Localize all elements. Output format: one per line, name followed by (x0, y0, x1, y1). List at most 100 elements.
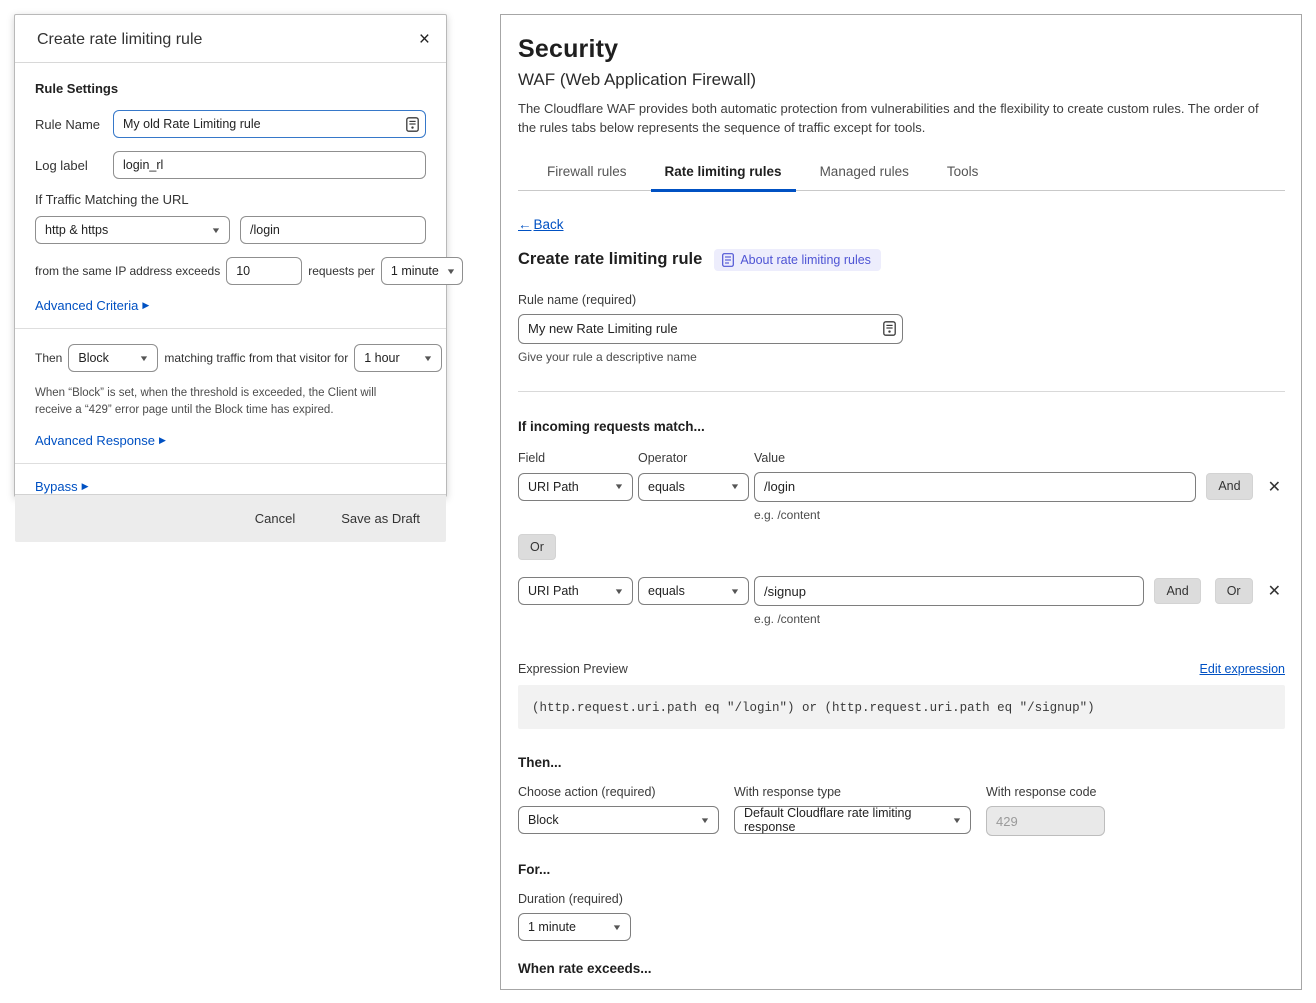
about-rate-limiting-badge[interactable]: About rate limiting rules (714, 249, 881, 271)
ban-period-select[interactable]: 1 hour ▼ (354, 344, 442, 372)
value-example-helper: e.g. /content (754, 612, 1285, 626)
threshold-row: from the same IP address exceeds request… (35, 257, 426, 285)
or-button[interactable]: Or (518, 534, 556, 561)
operator-select[interactable]: equals ▼ (638, 577, 749, 605)
traffic-matching-heading: If Traffic Matching the URL (35, 192, 426, 207)
close-icon[interactable]: × (419, 30, 430, 49)
caret-down-icon: ▼ (614, 482, 625, 491)
form-title: Create rate limiting rule (518, 250, 702, 269)
requests-per-text: requests per (308, 264, 375, 278)
page-subtitle: WAF (Web Application Firewall) (518, 70, 1285, 90)
then-row: Then Block ▼ matching traffic from that … (35, 344, 426, 372)
value-example-helper: e.g. /content (754, 508, 1285, 522)
bypass-link[interactable]: Bypass ▶ (35, 479, 89, 494)
dialog-title: Create rate limiting rule (37, 31, 202, 49)
log-label-row: Log label (35, 151, 426, 179)
then-text: Then (35, 351, 62, 365)
tab-managed-rules[interactable]: Managed rules (818, 158, 911, 190)
url-input[interactable] (240, 216, 426, 244)
rule-settings-heading: Rule Settings (35, 81, 426, 96)
tab-rate-limiting-rules[interactable]: Rate limiting rules (663, 158, 784, 190)
action-select[interactable]: Block ▼ (68, 344, 158, 372)
requests-input[interactable] (226, 257, 302, 285)
response-type-label: With response type (734, 785, 971, 799)
value-input[interactable] (754, 576, 1144, 606)
rule-name-row: Rule Name (35, 110, 426, 138)
response-code-label: With response code (986, 785, 1105, 799)
dialog-footer: Cancel Save as Draft (15, 494, 446, 542)
and-button[interactable]: And (1206, 473, 1252, 500)
rule-name-label: Rule name (required) (518, 293, 1285, 307)
response-code-input (986, 806, 1105, 836)
field-select[interactable]: URI Path ▼ (518, 577, 633, 605)
rule-name-label: Rule Name (35, 117, 103, 132)
caret-down-icon: ▼ (139, 354, 150, 363)
caret-down-icon: ▼ (614, 587, 625, 596)
field-select[interactable]: URI Path ▼ (518, 473, 633, 501)
value-column-label: Value (754, 451, 785, 465)
period-select[interactable]: 1 minute ▼ (381, 257, 463, 285)
rate-heading: When rate exceeds... (518, 961, 1285, 976)
advanced-criteria-link[interactable]: Advanced Criteria ▶ (35, 298, 149, 313)
create-rate-limit-dialog: Create rate limiting rule × Rule Setting… (14, 14, 447, 497)
dialog-header: Create rate limiting rule × (15, 15, 446, 63)
matching-text: matching traffic from that visitor for (164, 351, 348, 365)
value-input[interactable] (754, 472, 1196, 502)
remove-condition-icon[interactable]: ✕ (1264, 579, 1285, 603)
caret-down-icon: ▼ (952, 816, 963, 825)
block-note: When “Block” is set, when the threshold … (35, 385, 410, 420)
save-as-draft-button[interactable]: Save as Draft (341, 511, 420, 526)
condition-row: URI Path ▼ equals ▼ And ✕ (518, 472, 1285, 502)
log-label-input[interactable] (113, 151, 426, 179)
duration-label: Duration (required) (518, 892, 1285, 906)
rule-name-input[interactable] (113, 110, 426, 138)
tab-firewall-rules[interactable]: Firewall rules (545, 158, 629, 190)
security-waf-panel: Security WAF (Web Application Firewall) … (500, 14, 1302, 990)
caret-down-icon: ▼ (423, 354, 434, 363)
chevron-right-icon: ▶ (159, 435, 166, 446)
back-link[interactable]: ← Back (518, 217, 564, 232)
advanced-response-link[interactable]: Advanced Response ▶ (35, 433, 166, 448)
condition-row: URI Path ▼ equals ▼ And Or ✕ (518, 576, 1285, 606)
divider (15, 328, 446, 329)
rule-name-input[interactable] (518, 314, 903, 344)
remove-condition-icon[interactable]: ✕ (1264, 475, 1285, 499)
rule-name-helper: Give your rule a descriptive name (518, 350, 1285, 364)
operator-column-label: Operator (638, 451, 754, 465)
caret-down-icon: ▼ (612, 923, 623, 932)
response-type-select[interactable]: Default Cloudflare rate limiting respons… (734, 806, 971, 834)
match-heading: If incoming requests match... (518, 419, 1285, 434)
expression-preview-label: Expression Preview (518, 662, 628, 676)
cancel-button[interactable]: Cancel (255, 511, 295, 526)
divider (518, 391, 1285, 392)
log-label-label: Log label (35, 158, 103, 173)
page-title: Security (518, 35, 1285, 64)
dialog-body: Rule Settings Rule Name Log label I (15, 63, 446, 494)
exceeds-text: from the same IP address exceeds (35, 264, 220, 278)
autofill-icon[interactable] (406, 117, 419, 132)
caret-down-icon: ▼ (730, 482, 741, 491)
then-heading: Then... (518, 755, 1285, 770)
scheme-select[interactable]: http & https ▼ (35, 216, 230, 244)
and-button[interactable]: And (1154, 578, 1200, 605)
back-arrow-icon: ← (518, 217, 532, 232)
expression-preview-box: (http.request.uri.path eq "/login") or (… (518, 685, 1285, 729)
divider (15, 463, 446, 464)
caret-down-icon: ▼ (730, 587, 741, 596)
rules-tabs: Firewall rules Rate limiting rules Manag… (518, 158, 1285, 191)
caret-down-icon: ▼ (211, 226, 222, 235)
action-select[interactable]: Block ▼ (518, 806, 719, 834)
expression-code: (http.request.uri.path eq "/login") or (… (532, 701, 1095, 715)
document-icon (722, 253, 734, 267)
operator-select[interactable]: equals ▼ (638, 473, 749, 501)
tab-tools[interactable]: Tools (945, 158, 981, 190)
field-column-label: Field (518, 451, 638, 465)
edit-expression-link[interactable]: Edit expression (1200, 662, 1285, 676)
duration-select[interactable]: 1 minute ▼ (518, 913, 631, 941)
or-button[interactable]: Or (1215, 578, 1253, 605)
autofill-icon[interactable] (883, 321, 896, 336)
condition-column-headers: Field Operator Value (518, 451, 1285, 465)
chevron-right-icon: ▶ (142, 300, 149, 311)
caret-down-icon: ▼ (445, 267, 456, 276)
page-description: The Cloudflare WAF provides both automat… (518, 100, 1277, 138)
